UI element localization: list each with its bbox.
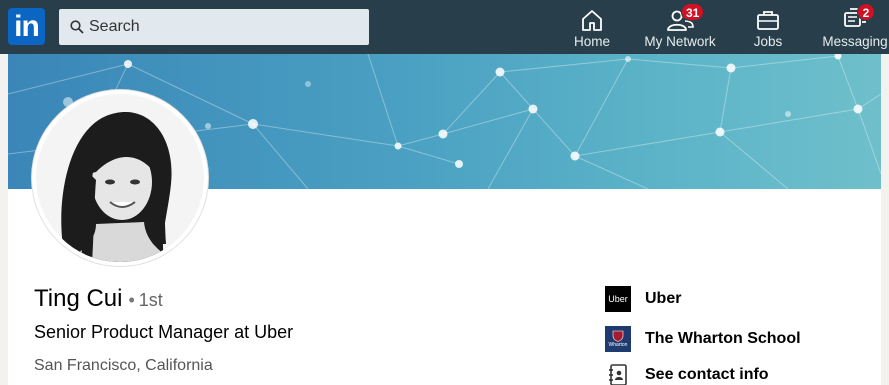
search-input[interactable] bbox=[89, 9, 359, 45]
top-nav-bar: in Home 31 My Network Jobs bbox=[0, 0, 889, 54]
contact-info-label: See contact info bbox=[645, 366, 769, 383]
nav-messaging-label: Messaging bbox=[822, 34, 888, 49]
search-box[interactable] bbox=[59, 9, 369, 45]
contact-card-icon bbox=[605, 362, 631, 385]
uber-logo: Uber bbox=[605, 286, 631, 312]
nav-jobs[interactable]: Jobs bbox=[745, 5, 791, 51]
education-link[interactable]: Wharton The Wharton School bbox=[605, 326, 801, 352]
nav-my-network-label: My Network bbox=[644, 34, 716, 49]
messaging-notification-badge: 2 bbox=[857, 3, 875, 21]
current-company-link[interactable]: Uber Uber bbox=[605, 286, 681, 312]
search-icon bbox=[70, 20, 84, 34]
wharton-crest-icon bbox=[612, 330, 624, 342]
profile-headline: Senior Product Manager at Uber bbox=[34, 322, 294, 342]
profile-name-line: Ting Cui • 1st bbox=[34, 285, 163, 313]
contact-info-link[interactable]: See contact info bbox=[605, 362, 769, 385]
briefcase-icon bbox=[757, 11, 779, 30]
profile-photo bbox=[36, 94, 204, 262]
nav-home-label: Home bbox=[573, 34, 610, 49]
profile-avatar[interactable] bbox=[32, 90, 208, 266]
profile-name: Ting Cui bbox=[34, 285, 123, 312]
network-notification-badge: 31 bbox=[681, 3, 705, 21]
profile-card: Ting Cui • 1st Senior Product Manager at U… bbox=[8, 54, 881, 385]
name-separator: • bbox=[128, 290, 135, 310]
nav-home[interactable]: Home bbox=[566, 5, 618, 51]
education-label: The Wharton School bbox=[645, 330, 801, 347]
connection-degree: 1st bbox=[138, 290, 163, 310]
profile-location: San Francisco, California bbox=[34, 357, 213, 374]
nav-jobs-label: Jobs bbox=[753, 34, 783, 49]
linkedin-logo[interactable]: in bbox=[8, 8, 45, 45]
wharton-logo: Wharton bbox=[605, 326, 631, 352]
nav-messaging[interactable]: 2 Messaging bbox=[821, 3, 889, 51]
home-icon bbox=[582, 10, 602, 31]
current-company-label: Uber bbox=[645, 290, 682, 307]
nav-my-network[interactable]: 31 My Network bbox=[638, 3, 722, 51]
